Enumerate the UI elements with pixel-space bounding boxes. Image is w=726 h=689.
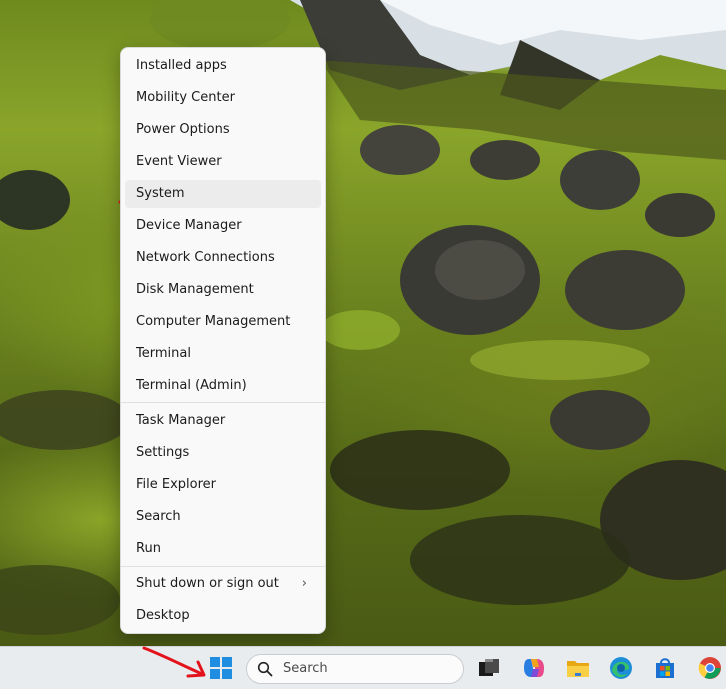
file-explorer-icon[interactable] [565, 655, 591, 681]
menu-item-installed-apps[interactable]: Installed apps [125, 52, 321, 80]
search-placeholder: Search [283, 661, 328, 676]
menu-item-run[interactable]: Run [125, 535, 321, 563]
menu-item-search[interactable]: Search [125, 503, 321, 531]
menu-item-disk-management[interactable]: Disk Management [125, 276, 321, 304]
search-icon [257, 661, 273, 677]
red-arrow-annotation [142, 646, 206, 678]
menu-item-label: Shut down or sign out [136, 576, 279, 591]
menu-item-power-options[interactable]: Power Options [125, 116, 321, 144]
menu-item-device-manager[interactable]: Device Manager [125, 212, 321, 240]
desktop-wallpaper [0, 0, 726, 646]
menu-item-computer-management[interactable]: Computer Management [125, 308, 321, 336]
taskbar-search-box[interactable]: Search [246, 654, 464, 684]
menu-separator [121, 402, 325, 403]
chrome-icon[interactable] [697, 655, 723, 681]
copilot-icon[interactable] [521, 655, 547, 681]
menu-separator [121, 566, 325, 567]
edge-icon[interactable] [608, 655, 634, 681]
menu-item-mobility-center[interactable]: Mobility Center [125, 84, 321, 112]
menu-item-desktop[interactable]: Desktop [125, 602, 321, 630]
menu-item-shut-down-or-sign-out[interactable]: Shut down or sign out › [125, 570, 321, 598]
menu-item-file-explorer[interactable]: File Explorer [125, 471, 321, 499]
winx-context-menu: Installed apps Mobility Center Power Opt… [120, 47, 326, 634]
taskbar: Search [0, 646, 726, 689]
menu-item-system[interactable]: System [125, 180, 321, 208]
menu-item-settings[interactable]: Settings [125, 439, 321, 467]
chevron-right-icon: › [301, 576, 307, 591]
menu-item-event-viewer[interactable]: Event Viewer [125, 148, 321, 176]
menu-item-terminal-admin[interactable]: Terminal (Admin) [125, 372, 321, 400]
task-view-icon[interactable] [476, 655, 502, 681]
menu-item-network-connections[interactable]: Network Connections [125, 244, 321, 272]
menu-item-terminal[interactable]: Terminal [125, 340, 321, 368]
microsoft-store-icon[interactable] [652, 655, 678, 681]
menu-item-task-manager[interactable]: Task Manager [125, 407, 321, 435]
